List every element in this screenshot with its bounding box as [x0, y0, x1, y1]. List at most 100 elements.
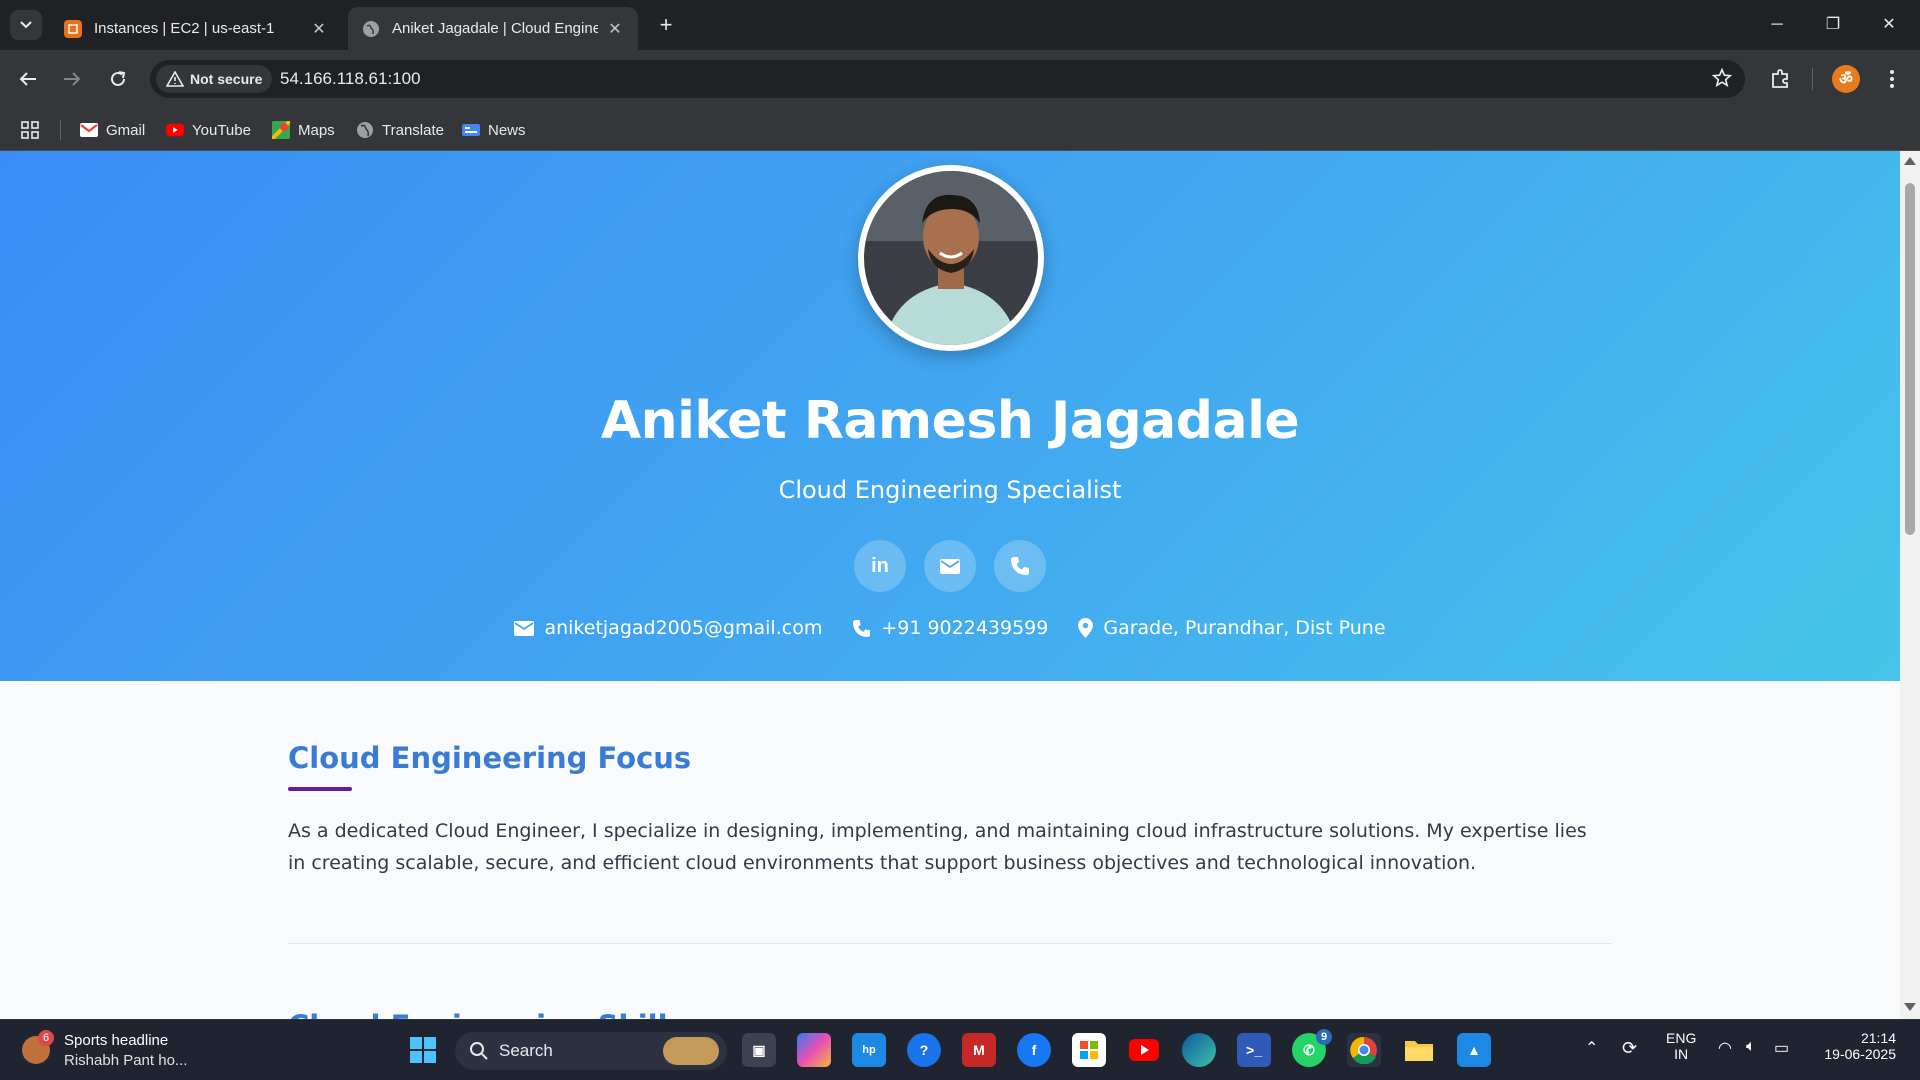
- news-widget[interactable]: 6 Sports headline Rishabh Pant ho...: [22, 1030, 202, 1072]
- news-badge: 6: [38, 1030, 54, 1046]
- mcafee-button[interactable]: M: [962, 1033, 996, 1067]
- powershell-icon: >_: [1246, 1042, 1262, 1058]
- volume-icon[interactable]: 🔈︎: [1746, 1038, 1756, 1056]
- bookmarks-bar: Gmail YouTube Maps Translate News: [0, 108, 1920, 151]
- bookmark-news[interactable]: News: [462, 118, 526, 142]
- help-icon: ?: [919, 1042, 929, 1058]
- ms-store-button[interactable]: [1072, 1033, 1106, 1067]
- myhp-button[interactable]: hp: [852, 1033, 886, 1067]
- profile-button[interactable]: ॐ: [1830, 63, 1862, 95]
- page-scrollbar[interactable]: [1900, 151, 1920, 1019]
- site-info-button[interactable]: Not secure: [156, 65, 273, 93]
- help-button[interactable]: ?: [907, 1033, 941, 1067]
- language-indicator[interactable]: ENG IN: [1666, 1030, 1696, 1062]
- news-text: Rishabh Pant ho...: [64, 1052, 188, 1069]
- reload-icon: [111, 71, 126, 86]
- lang-bottom: IN: [1674, 1046, 1689, 1062]
- phone-icon: [853, 619, 871, 637]
- close-tab-icon[interactable]: ✕: [606, 19, 624, 39]
- contact-phone-text: +91 9022439599: [881, 617, 1049, 639]
- search-highlight-icon: [663, 1037, 719, 1065]
- whatsapp-button[interactable]: ✆ 9: [1292, 1029, 1332, 1067]
- reload-button[interactable]: [102, 63, 134, 95]
- new-tab-button[interactable]: +: [652, 12, 680, 40]
- clock-time: 21:14: [1860, 1030, 1896, 1046]
- bookmark-translate[interactable]: Translate: [356, 118, 444, 142]
- apps-button[interactable]: [20, 118, 40, 142]
- bookmark-label: Maps: [298, 121, 335, 139]
- taskbar-search[interactable]: Search: [455, 1032, 727, 1070]
- contact-phone[interactable]: +91 9022439599: [852, 613, 1048, 643]
- youtube-icon: [166, 121, 184, 139]
- arrow-left-icon: [19, 72, 36, 86]
- bookmark-label: Translate: [382, 121, 444, 139]
- edge-button[interactable]: [1182, 1033, 1216, 1067]
- profile-subtitle: Cloud Engineering Specialist: [778, 476, 1122, 504]
- file-explorer-button[interactable]: [1402, 1033, 1436, 1067]
- tab-ec2-instances[interactable]: Instances | EC2 | us-east-1 ✕: [50, 7, 342, 50]
- maps-icon: [272, 121, 290, 139]
- wifi-icon[interactable]: ◠: [1718, 1038, 1732, 1058]
- scroll-thumb[interactable]: [1905, 183, 1915, 535]
- close-tab-icon[interactable]: ✕: [310, 19, 328, 39]
- contact-location: Garade, Purandhar, Dist Pune: [1078, 613, 1386, 643]
- youtube-icon: [1129, 1039, 1159, 1061]
- photos-button[interactable]: ▲: [1457, 1033, 1491, 1067]
- linkedin-icon: in: [871, 554, 889, 577]
- bookmark-youtube[interactable]: YouTube: [166, 118, 251, 142]
- task-view-button[interactable]: ▣: [742, 1033, 776, 1067]
- close-window-button[interactable]: ✕: [1862, 8, 1916, 42]
- translate-icon: [356, 121, 374, 139]
- about-section: Cloud Engineering Focus As a dedicated C…: [288, 741, 1612, 879]
- warning-icon: [166, 71, 184, 87]
- show-hidden-icons-button[interactable]: ⌃: [1585, 1038, 1598, 1058]
- url-text[interactable]: 54.166.118.61:100: [280, 69, 421, 89]
- tab-search-button[interactable]: [10, 10, 42, 40]
- store-icon: [1080, 1041, 1098, 1059]
- myhp-icon: hp: [862, 1044, 876, 1056]
- chevron-down-icon: [20, 21, 32, 29]
- email-button[interactable]: [924, 540, 976, 592]
- youtube-app-button[interactable]: [1127, 1033, 1161, 1067]
- tab-portfolio[interactable]: Aniket Jagadale | Cloud Engineer ✕: [348, 7, 638, 50]
- bookmark-star-button[interactable]: [1711, 67, 1733, 94]
- skills-section-heading: Cloud Engineering Skills: [288, 1009, 685, 1019]
- globe-icon: [362, 20, 380, 38]
- tab-title: Instances | EC2 | us-east-1: [94, 20, 275, 37]
- copilot-button[interactable]: [797, 1033, 831, 1067]
- back-button[interactable]: [12, 63, 44, 95]
- forward-button[interactable]: [56, 63, 88, 95]
- email-icon: [940, 558, 960, 574]
- facebook-button[interactable]: f: [1017, 1033, 1051, 1067]
- scroll-down-icon[interactable]: [1904, 1003, 1916, 1011]
- restore-button[interactable]: ❐: [1806, 8, 1860, 42]
- gmail-icon: [80, 121, 98, 139]
- windows-logo-icon: [410, 1037, 436, 1063]
- bookmark-label: Gmail: [106, 121, 146, 139]
- powershell-button[interactable]: >_: [1237, 1033, 1271, 1067]
- start-button[interactable]: [406, 1033, 440, 1067]
- clock-date: 19-06-2025: [1824, 1046, 1896, 1062]
- linkedin-button[interactable]: in: [854, 540, 906, 592]
- battery-icon[interactable]: ▭: [1774, 1038, 1789, 1058]
- menu-button[interactable]: [1876, 63, 1908, 95]
- minimize-button[interactable]: ─: [1750, 8, 1804, 42]
- address-bar[interactable]: Not secure 54.166.118.61:100: [150, 60, 1745, 98]
- bookmark-label: YouTube: [192, 121, 251, 139]
- page-viewport: Aniket Ramesh Jagadale Cloud Engineering…: [0, 151, 1900, 1019]
- profile-name: Aniket Ramesh Jagadale: [600, 391, 1300, 451]
- extensions-button[interactable]: [1764, 63, 1796, 95]
- section-divider: [288, 943, 1612, 944]
- envelope-icon: [514, 620, 535, 636]
- chrome-button[interactable]: [1347, 1033, 1381, 1067]
- phone-button[interactable]: [994, 540, 1046, 592]
- contact-email[interactable]: aniketjagad2005@gmail.com: [514, 613, 822, 643]
- bookmark-gmail[interactable]: Gmail: [80, 118, 145, 142]
- scroll-up-icon[interactable]: [1904, 157, 1916, 165]
- aws-icon: [64, 19, 82, 38]
- bookmark-maps[interactable]: Maps: [272, 118, 335, 142]
- sync-icon[interactable]: ⟳: [1622, 1038, 1637, 1059]
- profile-avatar-icon: ॐ: [1832, 65, 1860, 93]
- clock[interactable]: 21:14 19-06-2025: [1812, 1030, 1896, 1062]
- news-title: Sports headline: [64, 1032, 169, 1049]
